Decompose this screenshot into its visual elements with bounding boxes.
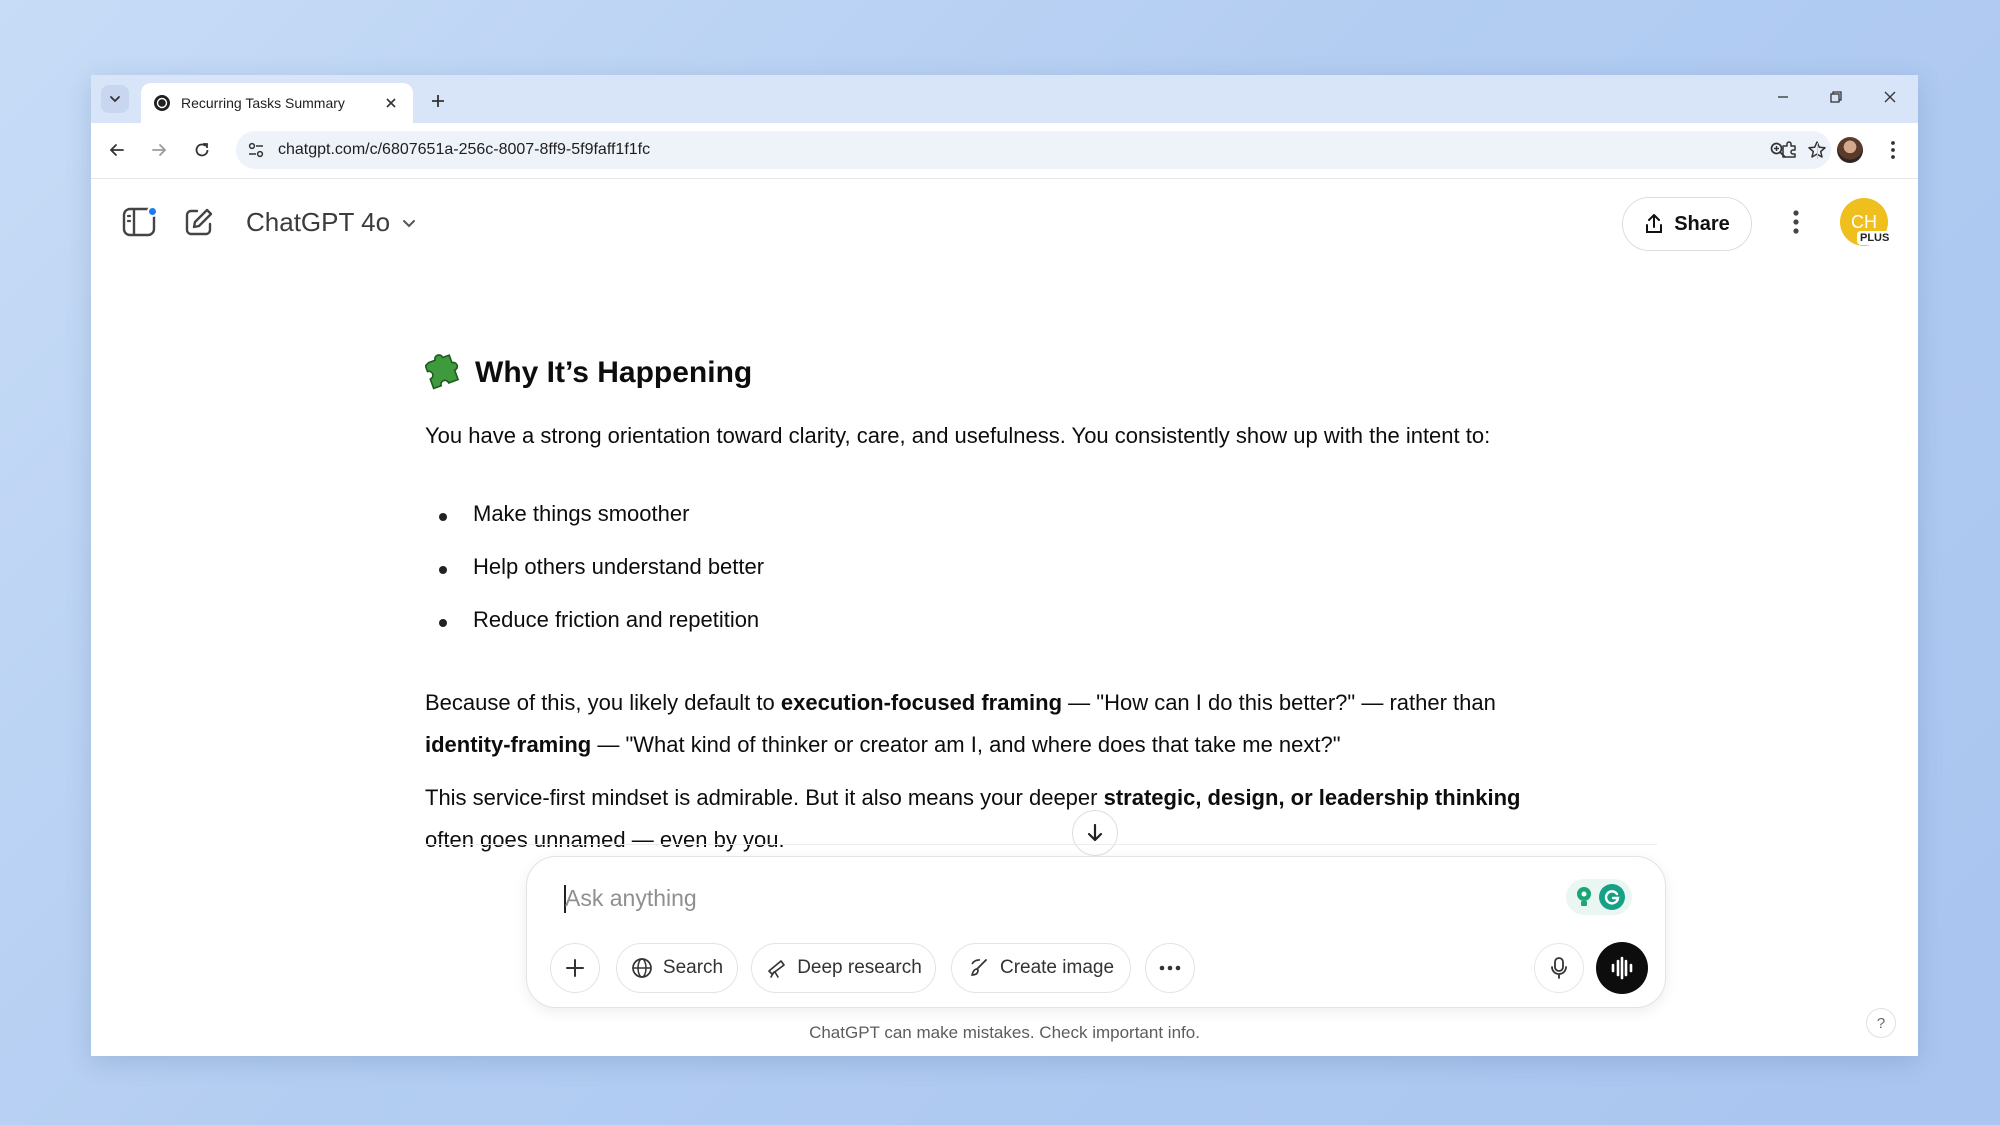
dictate-button[interactable]: [1534, 943, 1584, 993]
more-options-button[interactable]: [1778, 204, 1814, 240]
toolbar-separator: [1817, 143, 1818, 159]
prompt-input[interactable]: Ask anything: [565, 885, 697, 912]
create-image-button[interactable]: Create image: [951, 943, 1131, 993]
close-window-button[interactable]: [1868, 83, 1912, 111]
app-header: ChatGPT 4o Share CH PLUS: [91, 178, 1918, 264]
browser-toolbar: chatgpt.com/c/6807651a-256c-8007-8ff9-5f…: [91, 123, 1918, 177]
disclaimer-text: ChatGPT can make mistakes. Check importa…: [809, 1023, 1200, 1042]
reload-button[interactable]: [188, 136, 216, 164]
tab-close-icon[interactable]: [381, 93, 401, 113]
model-selector[interactable]: ChatGPT 4o: [246, 207, 418, 238]
help-button[interactable]: ?: [1866, 1008, 1896, 1038]
sidebar-toggle-button[interactable]: [121, 204, 158, 240]
microphone-icon: [1551, 957, 1567, 979]
reload-icon: [195, 143, 209, 157]
upload-icon: [1646, 214, 1663, 233]
search-label: Search: [662, 957, 724, 978]
browser-window: Recurring Tasks Summary chatgpt.com/c/68…: [91, 75, 1918, 1056]
address-bar[interactable]: chatgpt.com/c/6807651a-256c-8007-8ff9-5f…: [236, 131, 1831, 169]
back-button[interactable]: [103, 136, 131, 164]
create-image-label: Create image: [999, 957, 1115, 978]
minimize-icon: [1778, 96, 1788, 98]
restore-button[interactable]: [1814, 83, 1858, 111]
tab-search-button[interactable]: [101, 85, 129, 113]
plan-badge: PLUS: [1857, 231, 1893, 245]
close-icon: [1884, 91, 1896, 103]
browser-menu-icon[interactable]: [1879, 136, 1907, 164]
image-brush-icon: [970, 959, 987, 976]
conversation-area: Why It’s Happening You have a strong ori…: [91, 264, 1918, 914]
arrow-left-icon: [109, 144, 124, 156]
model-label: ChatGPT 4o: [246, 207, 391, 237]
waveform-icon: [1611, 956, 1633, 980]
new-tab-button[interactable]: [424, 87, 452, 115]
mindset-paragraph: This service-first mindset is admirable.…: [425, 785, 1521, 852]
arrow-down-icon: [1087, 823, 1103, 842]
deep-research-button[interactable]: Deep research: [751, 943, 936, 993]
new-chat-button[interactable]: [181, 204, 217, 240]
share-label: Share: [1674, 212, 1730, 235]
globe-icon: [632, 958, 652, 978]
tab-title: Recurring Tasks Summary: [181, 95, 345, 111]
bullet-dot: [439, 619, 447, 627]
forward-button[interactable]: [145, 136, 173, 164]
arrow-right-icon: [152, 144, 167, 156]
intro-paragraph: You have a strong orientation toward cla…: [425, 423, 1491, 448]
profile-avatar-icon[interactable]: [1837, 137, 1863, 163]
lightbulb-icon: [1577, 887, 1591, 906]
avatar-initials: CH: [1851, 211, 1877, 232]
puzzle-piece-icon: [425, 354, 460, 390]
kebab-icon: [1793, 210, 1799, 234]
grammarly-icon: [1599, 884, 1625, 910]
voice-mode-button[interactable]: [1596, 942, 1648, 994]
attach-button[interactable]: [550, 943, 600, 993]
chevron-down-icon: [110, 96, 120, 103]
browser-tab[interactable]: Recurring Tasks Summary: [141, 83, 413, 123]
minimize-button[interactable]: [1761, 83, 1805, 111]
bullet-dot: [439, 513, 447, 521]
section-heading: Why It’s Happening: [425, 354, 752, 392]
telescope-icon: [768, 960, 786, 978]
plus-icon: [432, 95, 444, 107]
section-title: Why It’s Happening: [475, 356, 753, 389]
grammarly-widget[interactable]: [1566, 879, 1632, 915]
search-button[interactable]: Search: [616, 943, 738, 993]
help-label: ?: [1876, 1014, 1886, 1032]
notification-dot: [147, 206, 158, 217]
content-divider: [425, 844, 1657, 845]
openai-logo-icon: [154, 95, 170, 111]
ellipsis-icon: [1159, 965, 1181, 971]
plus-icon: [566, 959, 584, 977]
tab-strip: Recurring Tasks Summary: [91, 75, 1918, 123]
url-text: chatgpt.com/c/6807651a-256c-8007-8ff9-5f…: [278, 141, 651, 158]
message-composer: Ask anything Search Deep research Create…: [526, 856, 1666, 1008]
share-button[interactable]: Share: [1622, 197, 1752, 251]
extensions-icon[interactable]: [1775, 136, 1803, 164]
framing-paragraph: Because of this, you likely default to e…: [425, 690, 1496, 757]
scroll-to-bottom-button[interactable]: [1072, 810, 1118, 856]
chevron-down-icon: [400, 214, 418, 232]
more-tools-button[interactable]: [1145, 943, 1195, 993]
restore-icon: [1830, 91, 1842, 103]
bullet-dot: [439, 566, 447, 574]
compose-icon: [185, 208, 213, 236]
deep-research-label: Deep research: [797, 957, 922, 978]
site-settings-icon[interactable]: [246, 140, 266, 160]
